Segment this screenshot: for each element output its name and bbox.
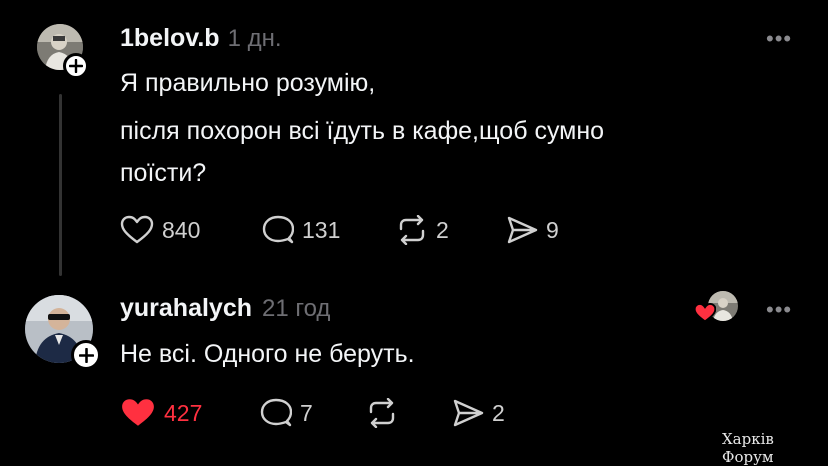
post-text-line: після похорон всі їдуть в кафе,щоб сумно	[120, 117, 605, 145]
post-text-line: Я правильно розумію,	[120, 69, 376, 97]
like-count: 427	[164, 399, 203, 426]
share-button[interactable]: 2	[452, 398, 505, 428]
repost-button[interactable]	[366, 398, 452, 428]
repost-icon	[399, 215, 425, 245]
like-button[interactable]: 840	[120, 215, 262, 245]
repost-icon	[369, 398, 395, 428]
repost-count: 2	[436, 216, 449, 243]
comment-button[interactable]: 7	[260, 398, 366, 428]
more-options-button[interactable]: •••	[766, 297, 792, 323]
post-text-line: поїсти?	[120, 159, 207, 187]
comment-count: 131	[302, 216, 341, 243]
comment-icon	[260, 398, 292, 427]
watermark: Харків Форум	[722, 430, 774, 466]
send-icon	[507, 216, 538, 244]
reply-username[interactable]: yurahalych	[120, 294, 252, 323]
reply-text: Не всі. Одного не беруть.	[120, 340, 415, 368]
reply-time: 21 год	[262, 295, 331, 322]
comment-button[interactable]: 131	[262, 215, 396, 245]
plus-icon	[69, 59, 83, 73]
heart-icon	[120, 215, 154, 244]
share-button[interactable]: 9	[506, 215, 559, 245]
author-liked-heart-icon	[694, 303, 716, 323]
post-time: 1 дн.	[227, 25, 282, 52]
comment-icon	[262, 215, 294, 244]
follow-plus-button[interactable]	[71, 340, 101, 370]
post-username[interactable]: 1belov.b	[120, 24, 220, 53]
heart-filled-icon	[122, 399, 154, 426]
like-count: 840	[162, 216, 201, 243]
follow-plus-button[interactable]	[63, 53, 89, 79]
share-count: 9	[546, 216, 559, 243]
share-count: 2	[492, 399, 505, 426]
comment-count: 7	[300, 399, 313, 426]
thread-line	[59, 94, 62, 276]
send-icon	[453, 399, 484, 427]
like-button[interactable]: 427	[120, 397, 260, 429]
plus-icon	[78, 347, 94, 363]
repost-button[interactable]: 2	[396, 215, 506, 245]
more-options-button[interactable]: •••	[766, 26, 792, 52]
